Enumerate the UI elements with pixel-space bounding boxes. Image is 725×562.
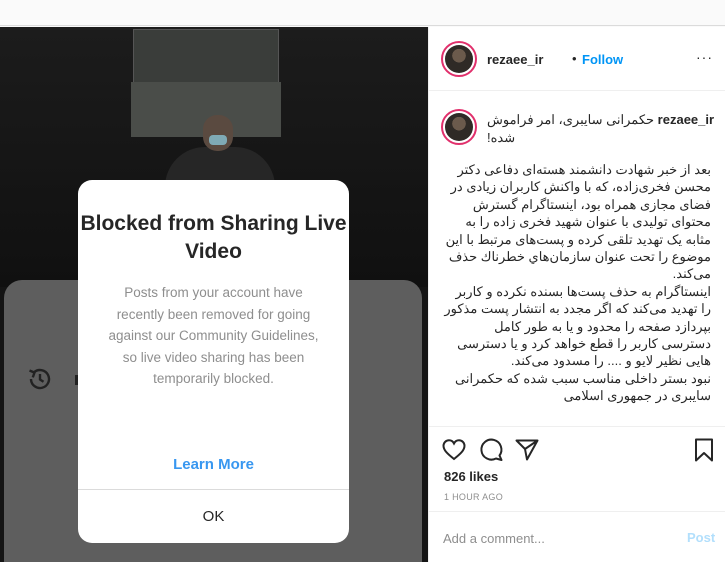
comment-input[interactable] <box>443 528 663 548</box>
post-sidebar: rezaee_ir • Follow ··· rezaee_ir حکمرانی… <box>428 27 725 562</box>
avatar[interactable] <box>441 41 477 77</box>
header-username[interactable]: rezaee_ir <box>487 52 543 67</box>
caption-body: بعد از خبر شهادت دانشمند هسته‌ای دفاعی د… <box>444 162 711 404</box>
avatar-image <box>445 45 473 73</box>
caption-username[interactable]: rezaee_ir <box>658 112 714 127</box>
caption-avatar[interactable] <box>441 109 477 145</box>
dialog-message: Posts from your account have recently be… <box>108 285 319 386</box>
share-icon[interactable] <box>514 437 540 463</box>
post-media[interactable]: Blocked from Sharing Live Video Posts fr… <box>0 27 428 562</box>
top-strip <box>0 0 725 26</box>
bookmark-icon[interactable] <box>691 437 717 463</box>
header-separator: • <box>572 51 577 66</box>
speaker-mask <box>209 135 227 145</box>
ok-button[interactable]: OK <box>78 490 349 543</box>
heart-icon[interactable] <box>441 437 467 463</box>
post-modal: Blocked from Sharing Live Video Posts fr… <box>0 27 725 562</box>
history-icon <box>29 368 51 390</box>
likes-count[interactable]: 826 likes <box>444 469 498 484</box>
follow-button[interactable]: Follow <box>582 52 623 67</box>
learn-more-link[interactable]: Learn More <box>78 456 349 473</box>
caption-area[interactable]: rezaee_ir حکمرانی سایبری، امر فراموش شده… <box>429 91 725 426</box>
comment-icon[interactable] <box>478 437 504 463</box>
avatar-image <box>445 113 473 141</box>
post-comment-button[interactable]: Post <box>687 530 715 545</box>
dialog-title: Blocked from Sharing Live Video <box>80 212 347 263</box>
post-timestamp[interactable]: 1 HOUR AGO <box>444 492 503 502</box>
speaker-head <box>203 115 233 151</box>
post-header: rezaee_ir • Follow ··· <box>429 27 725 91</box>
caption-headline-line: rezaee_ir حکمرانی سایبری، امر فراموش شده… <box>487 111 715 147</box>
more-options-icon[interactable]: ··· <box>696 49 713 65</box>
blocked-dialog: Blocked from Sharing Live Video Posts fr… <box>78 180 349 543</box>
comment-form: Post <box>429 511 725 562</box>
caption-headline: حکمرانی سایبری، امر فراموش شده! <box>487 112 655 145</box>
